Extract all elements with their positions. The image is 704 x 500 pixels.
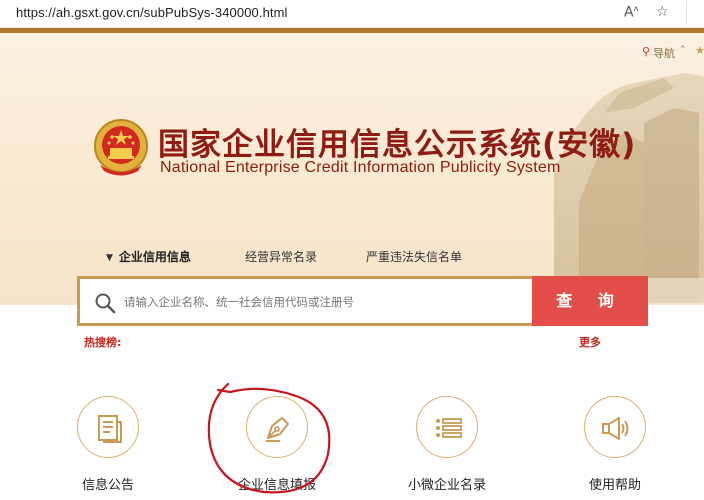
feature-circle	[77, 396, 139, 458]
search-box	[77, 276, 532, 326]
feature-label: 企业信息填报	[237, 478, 316, 493]
site-title-cn: 国家企业信用信息公示系统(安徽)	[158, 127, 637, 163]
url-field[interactable]: https://ah.gsxt.gov.cn/subPubSys-340000.…	[16, 5, 288, 20]
document-icon	[98, 415, 122, 443]
pen-icon	[266, 417, 289, 442]
list-icon	[436, 418, 462, 438]
nav-link[interactable]: 导航	[653, 45, 675, 61]
hot-search-label: 热搜榜:	[84, 336, 122, 349]
tab-enterprise-credit[interactable]: ▼ 企业信用信息	[106, 248, 191, 265]
feature-label: 使用帮助	[588, 478, 641, 493]
site-title-en: National Enterprise Credit Information P…	[160, 159, 561, 176]
more-link[interactable]: 更多	[579, 334, 601, 350]
national-emblem-icon	[94, 119, 148, 176]
location-pin-icon: ⚲	[642, 45, 651, 58]
tab-serious-violations[interactable]: 严重违法失信名单	[366, 248, 462, 265]
feature-circle	[584, 396, 646, 458]
feature-enterprise-report[interactable]: 企业信息填报	[222, 396, 332, 493]
feature-small-micro-list[interactable]: 小微企业名录	[392, 396, 502, 493]
tab-abnormal-operations[interactable]: 经营异常名录	[245, 248, 317, 265]
read-aloud-icon[interactable]: Aʌ	[624, 4, 638, 21]
monument-illustration	[524, 73, 704, 303]
megaphone-icon	[602, 417, 629, 440]
star-icon[interactable]: ☆	[656, 4, 669, 20]
feature-circle	[416, 396, 478, 458]
caret-down-icon: ▼	[106, 253, 113, 263]
feature-label: 信息公告	[81, 478, 134, 493]
feature-label: 小微企业名录	[407, 478, 486, 493]
tab-label: 企业信用信息	[118, 250, 191, 264]
search-icon	[95, 293, 116, 314]
toolbar-divider	[686, 2, 687, 24]
browser-address-bar: https://ah.gsxt.gov.cn/subPubSys-340000.…	[0, 0, 704, 28]
feature-info-announcement[interactable]: 信息公告	[53, 396, 163, 493]
search-bar: 查 询	[77, 276, 648, 326]
search-button[interactable]: 查 询	[532, 276, 648, 326]
search-input[interactable]	[124, 291, 524, 313]
star-icon[interactable]: ★	[695, 44, 704, 57]
hero-banner: ⚲ 导航 ˆ ★ 国家企业信用信息公示系统(安徽) National Enter…	[0, 33, 704, 305]
feature-usage-help[interactable]: 使用帮助	[560, 396, 670, 493]
feature-circle	[246, 396, 308, 458]
chevron-up-icon[interactable]: ˆ	[680, 44, 686, 57]
